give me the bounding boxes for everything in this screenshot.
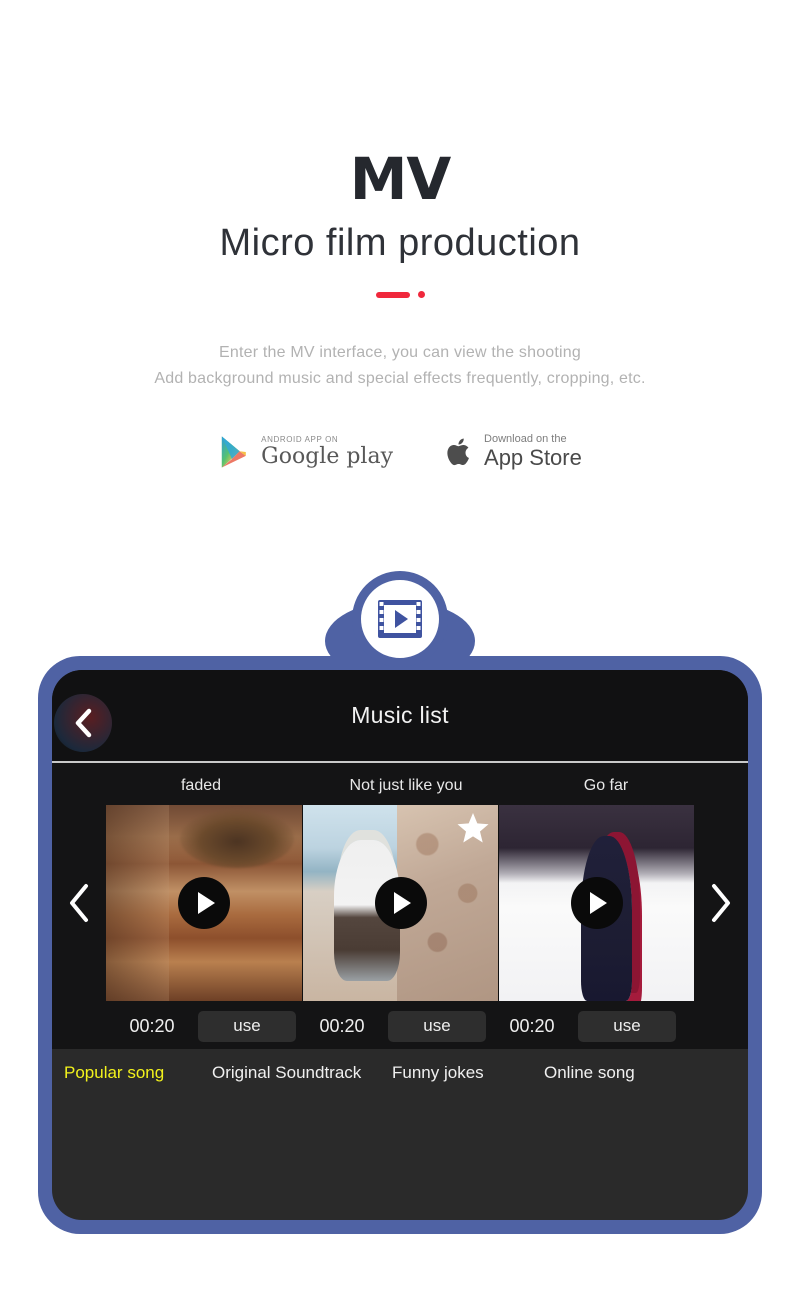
thumbnails [106,805,694,1001]
tab-original-soundtrack[interactable]: Original Soundtrack [212,1063,392,1083]
play-button[interactable] [178,877,230,929]
play-button[interactable] [570,877,623,929]
song-thumbnail[interactable] [498,805,694,1001]
chevron-right-icon [712,884,730,922]
play-icon [394,892,411,914]
back-button[interactable] [54,694,112,752]
phone-mockup: Music list faded Not just like you Go fa… [38,571,762,1271]
app-store-big-text: App Store [484,445,582,470]
song-title: Go far [583,777,629,794]
app-store-label: Download on the App Store [484,434,582,469]
app-store-small-text: Download on the [484,433,567,445]
page-subtitle: Micro film production [219,222,581,264]
page-root: MV Micro film production Enter the MV in… [0,0,800,1306]
song-duration: 00:20 [129,1015,175,1036]
song-duration: 00:20 [319,1015,365,1036]
song-duration: 00:20 [509,1015,555,1036]
app-title: Music list [351,702,449,728]
film-play-icon [378,600,422,638]
tab-popular-song[interactable]: Popular song [64,1063,212,1083]
accent-dot [417,291,425,298]
song-thumbnail[interactable] [302,805,498,1001]
use-button[interactable]: use [388,1010,486,1042]
description-block: Enter the MV interface, you can view the… [0,340,800,392]
google-play-icon [222,436,246,467]
chevron-left-icon [75,708,92,738]
song-title: faded [180,777,222,794]
app-badge [352,571,448,667]
tab-funny-jokes[interactable]: Funny jokes [392,1063,544,1083]
phone-screen: Music list faded Not just like you Go fa… [52,670,748,1220]
use-button[interactable]: use [198,1010,296,1042]
chevron-left-icon [70,884,88,922]
duration-row: 00:20 use 00:20 use 00:20 use [52,1003,748,1049]
app-store-badge[interactable]: Download on the App Store [445,434,582,469]
song-thumbnail[interactable] [106,805,302,1001]
accent-divider [0,291,800,298]
play-button[interactable] [374,877,427,929]
next-button[interactable] [694,883,748,923]
song-controls: 00:20 use [486,1010,676,1042]
description-line-1: Enter the MV interface, you can view the… [219,344,581,361]
hero-section: MV Micro film production Enter the MV in… [0,0,800,469]
use-button[interactable]: use [578,1010,676,1042]
tab-online-song[interactable]: Online song [544,1063,635,1083]
store-badges: ANDROID APP ON Google play Download on t… [0,434,800,469]
thumbnails-row [52,803,748,1003]
prev-button[interactable] [52,883,106,923]
song-controls: 00:20 use [106,1010,296,1042]
app-header: Music list [52,670,748,763]
song-titles-row: faded Not just like you Go far [52,769,748,803]
accent-bar [375,291,410,298]
song-controls: 00:20 use [296,1010,486,1042]
category-tabs: Popular song Original Soundtrack Funny j… [52,1049,748,1097]
apple-icon [447,438,469,465]
song-title: Not just like you [349,777,463,794]
google-play-label: ANDROID APP ON Google play [261,434,394,469]
play-icon [590,892,607,914]
star-icon [457,813,489,843]
play-icon [197,892,215,914]
song-list-area: faded Not just like you Go far 00:20 use… [52,763,748,1049]
description-line-2: Add background music and special effects… [154,370,646,387]
page-title: MV [349,145,452,213]
google-play-small-text: ANDROID APP ON [261,434,339,444]
google-play-badge[interactable]: ANDROID APP ON Google play [218,435,393,469]
google-play-big-text: Google play [261,443,394,469]
